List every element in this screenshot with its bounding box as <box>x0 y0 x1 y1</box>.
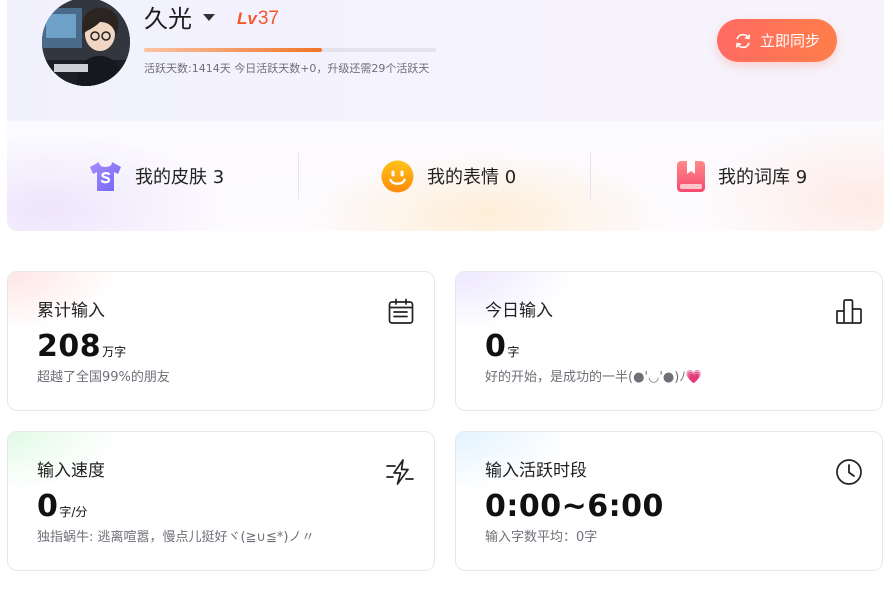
shortcut-emoticons[interactable]: 我的表情 0 <box>381 153 516 199</box>
card-value-number: 0 <box>485 329 507 364</box>
card-title: 今日输入 <box>485 301 553 321</box>
activity-text: 活跃天数:1414天 今日活跃天数+0，升级还需29个活跃天 <box>144 62 430 75</box>
card-value-number: 208 <box>37 329 102 364</box>
divider <box>298 153 299 199</box>
card-background <box>456 272 882 410</box>
tshirt-icon <box>90 161 121 191</box>
card-title: 累计输入 <box>37 301 105 321</box>
stat-card-input-speed: 输入速度 0字/分 独指蜗牛: 逃离喧嚣，慢点儿挺好ヾ(≧∪≦*)ノ〃 <box>7 431 435 571</box>
card-title: 输入速度 <box>37 461 105 481</box>
avatar[interactable] <box>42 0 130 86</box>
bookmark-icon <box>677 160 705 192</box>
clock-icon <box>836 459 862 485</box>
level-progress-bar <box>144 48 436 52</box>
card-value-number: 0 <box>37 489 59 524</box>
card-value: 0字/分 <box>37 490 87 529</box>
stat-card-today-input: 今日输入 0字 好的开始，是成功的一半(●'◡'●)ﾉ💗 <box>455 271 883 411</box>
shortcut-emoticons-label: 我的表情 0 <box>427 167 517 188</box>
chevron-down-icon[interactable] <box>203 14 215 21</box>
card-value-unit: 字/分 <box>59 505 88 519</box>
level-number: 37 <box>257 8 279 29</box>
card-value-number: 0:00~6:00 <box>485 489 664 524</box>
sync-button[interactable]: 立即同步 <box>717 19 837 62</box>
shortcut-skins-label: 我的皮肤 3 <box>135 167 225 188</box>
card-note: 好的开始，是成功的一半(●'◡'●)ﾉ💗 <box>485 370 703 385</box>
shortcut-dictionary[interactable]: 我的词库 9 <box>677 153 807 199</box>
shortcut-dictionary-label: 我的词库 9 <box>718 167 808 188</box>
card-value-unit: 万字 <box>102 345 127 359</box>
speed-lightning-icon <box>386 459 414 485</box>
card-value: 208万字 <box>37 330 126 369</box>
level-progress-fill <box>144 48 323 52</box>
card-value: 0字 <box>485 330 519 369</box>
stat-card-total-input: 累计输入 208万字 超越了全国99%的朋友 <box>7 271 435 411</box>
card-note: 输入字数平均：0字 <box>485 530 598 545</box>
card-value: 0:00~6:00 <box>485 490 665 529</box>
level-prefix: Lv <box>237 9 257 28</box>
card-note: 独指蜗牛: 逃离喧嚣，慢点儿挺好ヾ(≧∪≦*)ノ〃 <box>37 530 315 545</box>
sync-icon <box>735 33 750 48</box>
username[interactable]: 久光 <box>144 4 192 34</box>
sync-button-label: 立即同步 <box>759 32 820 50</box>
shortcut-skins[interactable]: 我的皮肤 3 <box>89 153 224 199</box>
divider <box>590 153 591 199</box>
card-title: 输入活跃时段 <box>485 461 587 481</box>
bar-chart-icon <box>836 299 862 324</box>
stat-card-active-period: 输入活跃时段 0:00~6:00 输入字数平均：0字 <box>455 431 883 571</box>
level-badge: Lv37 <box>237 7 279 31</box>
smiley-icon <box>381 160 414 192</box>
calendar-icon <box>388 298 414 324</box>
card-value-unit: 字 <box>507 345 520 359</box>
card-note: 超越了全国99%的朋友 <box>37 370 170 385</box>
